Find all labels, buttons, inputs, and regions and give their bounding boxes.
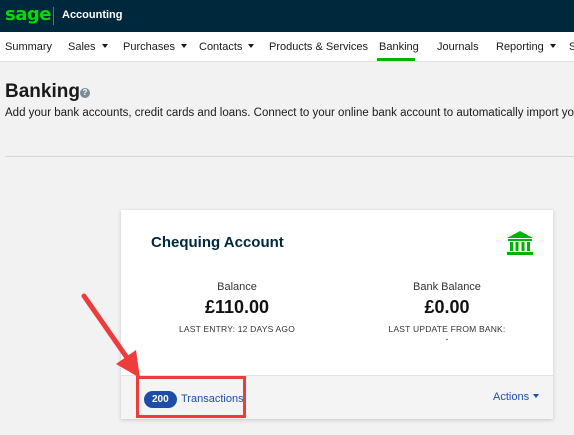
last-update-value: - [445,334,449,344]
annotation-arrow-icon [81,293,140,378]
caret-down-icon [533,394,540,398]
nav-item-products-services[interactable]: Products & Services [269,41,368,53]
page-intro: Add your bank accounts, credit cards and… [5,107,574,119]
main-nav: Summary Sales Purchases Contacts Product… [0,32,574,62]
actions-label: Actions [493,391,530,403]
nav-item-reporting[interactable]: Reporting [496,41,556,53]
nav-item-label: Banking [379,41,419,53]
page-title: Banking [5,81,80,102]
nav-item-sales[interactable]: Sales [68,41,108,53]
nav-item-label: Products & Services [269,41,369,53]
balance-amount: £110.00 [204,297,270,317]
app-title: Accounting [62,9,123,21]
caret-down-icon [248,44,255,48]
nav-item-journals[interactable]: Journals [437,41,479,53]
nav-item-label: Contacts [199,41,243,53]
actions-dropdown[interactable]: Actions [493,391,540,403]
nav-item-label: Summary [5,41,53,53]
help-icon[interactable]: ? [80,88,90,98]
last-update-text: LAST UPDATE FROM BANK: [388,324,506,334]
caret-down-icon [549,44,556,48]
bank-balance-column: Bank Balance £0.00 LAST UPDATE FROM BANK… [367,281,527,344]
caret-down-icon [101,44,108,48]
sage-logo[interactable]: sage [5,5,51,25]
nav-item-label: S [569,41,574,53]
nav-item-banking[interactable]: Banking [379,41,419,53]
nav-item-label: Sales [68,41,96,53]
nav-item-label: Reporting [496,41,544,53]
nav-item-overflow[interactable]: S [569,41,574,53]
balance-column: Balance £110.00 LAST ENTRY: 12 DAYS AGO [157,281,317,334]
last-entry-text: LAST ENTRY: 12 DAYS AGO [178,324,296,334]
balance-label: Balance [217,281,257,293]
bank-balance-label: Bank Balance [413,281,481,293]
bank-icon [507,231,533,255]
caret-down-icon [180,44,187,48]
nav-item-summary[interactable]: Summary [5,41,52,53]
bank-balance-amount: £0.00 [424,297,470,317]
nav-item-label: Journals [437,41,479,53]
topbar-divider [53,7,54,25]
divider [5,156,574,157]
nav-item-contacts[interactable]: Contacts [199,41,255,53]
active-tab-indicator [377,58,415,61]
account-name[interactable]: Chequing Account [151,234,284,251]
nav-item-label: Purchases [123,41,175,53]
nav-item-purchases[interactable]: Purchases [123,41,187,53]
top-bar: sage Accounting [0,0,574,32]
